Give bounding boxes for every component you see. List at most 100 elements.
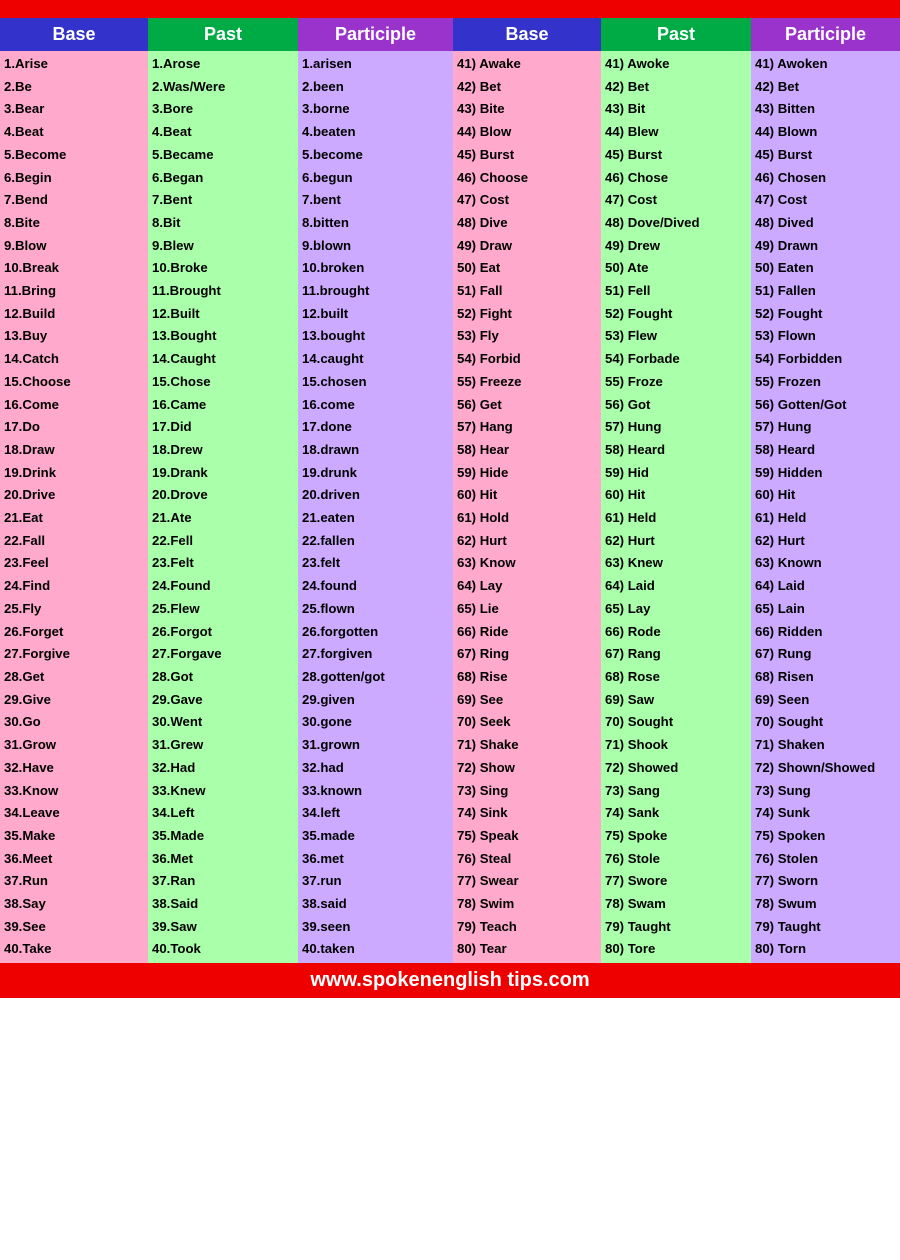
list-item: 56) Got (605, 394, 747, 417)
list-item: 60) Hit (457, 484, 597, 507)
list-item: 12.Built (152, 303, 294, 326)
list-item: 33.Know (4, 780, 144, 803)
list-item: 38.Said (152, 893, 294, 916)
list-item: 19.drunk (302, 462, 449, 485)
list-item: 16.Come (4, 394, 144, 417)
list-item: 5.Become (4, 144, 144, 167)
list-item: 48) Dove/Dived (605, 212, 747, 235)
list-item: 39.See (4, 916, 144, 939)
list-item: 43) Bite (457, 98, 597, 121)
list-item: 62) Hurt (605, 530, 747, 553)
list-item: 26.Forget (4, 621, 144, 644)
list-item: 62) Hurt (755, 530, 896, 553)
list-item: 68) Rose (605, 666, 747, 689)
list-item: 48) Dive (457, 212, 597, 235)
list-item: 23.Felt (152, 552, 294, 575)
list-item: 52) Fought (755, 303, 896, 326)
list-item: 72) Show (457, 757, 597, 780)
list-item: 50) Ate (605, 257, 747, 280)
list-item: 32.Had (152, 757, 294, 780)
list-item: 58) Heard (755, 439, 896, 462)
list-item: 64) Lay (457, 575, 597, 598)
list-item: 60) Hit (755, 484, 896, 507)
list-item: 71) Shook (605, 734, 747, 757)
list-item: 79) Teach (457, 916, 597, 939)
list-item: 2.Was/Were (152, 76, 294, 99)
list-item: 38.said (302, 893, 449, 916)
list-item: 37.run (302, 870, 449, 893)
list-item: 13.bought (302, 325, 449, 348)
list-item: 48) Dived (755, 212, 896, 235)
list-item: 14.caught (302, 348, 449, 371)
verb-table: 1.Arise2.Be3.Bear4.Beat5.Become6.Begin7.… (0, 51, 900, 963)
list-item: 18.Draw (4, 439, 144, 462)
list-item: 13.Bought (152, 325, 294, 348)
list-item: 18.Drew (152, 439, 294, 462)
list-item: 15.Choose (4, 371, 144, 394)
list-item: 40.Take (4, 938, 144, 961)
list-item: 6.Began (152, 167, 294, 190)
list-item: 31.Grew (152, 734, 294, 757)
list-item: 27.Forgave (152, 643, 294, 666)
list-item: 73) Sang (605, 780, 747, 803)
list-item: 51) Fall (457, 280, 597, 303)
list-item: 24.Find (4, 575, 144, 598)
list-item: 9.Blew (152, 235, 294, 258)
list-item: 75) Spoken (755, 825, 896, 848)
list-item: 11.brought (302, 280, 449, 303)
list-item: 65) Lie (457, 598, 597, 621)
list-item: 11.Bring (4, 280, 144, 303)
list-item: 1.arisen (302, 53, 449, 76)
list-item: 21.eaten (302, 507, 449, 530)
list-item: 47) Cost (605, 189, 747, 212)
list-item: 69) Saw (605, 689, 747, 712)
list-item: 17.Do (4, 416, 144, 439)
column-base-left: 1.Arise2.Be3.Bear4.Beat5.Become6.Begin7.… (0, 51, 148, 963)
list-item: 42) Bet (755, 76, 896, 99)
list-item: 44) Blow (457, 121, 597, 144)
col-header-part2: Participle (751, 18, 900, 51)
list-item: 4.beaten (302, 121, 449, 144)
list-item: 70) Seek (457, 711, 597, 734)
list-item: 3.borne (302, 98, 449, 121)
list-item: 55) Freeze (457, 371, 597, 394)
list-item: 28.gotten/got (302, 666, 449, 689)
list-item: 63) Known (755, 552, 896, 575)
list-item: 66) Ride (457, 621, 597, 644)
list-item: 17.done (302, 416, 449, 439)
list-item: 80) Tore (605, 938, 747, 961)
list-item: 77) Swore (605, 870, 747, 893)
list-item: 35.Made (152, 825, 294, 848)
footer-url: www.spokenenglish tips.com (310, 969, 589, 991)
list-item: 21.Ate (152, 507, 294, 530)
list-item: 34.left (302, 802, 449, 825)
list-item: 15.chosen (302, 371, 449, 394)
list-item: 19.Drank (152, 462, 294, 485)
list-item: 71) Shake (457, 734, 597, 757)
list-item: 59) Hid (605, 462, 747, 485)
list-item: 50) Eaten (755, 257, 896, 280)
list-item: 19.Drink (4, 462, 144, 485)
column-past-right: 41) Awoke42) Bet43) Bit44) Blew45) Burst… (601, 51, 751, 963)
list-item: 78) Swum (755, 893, 896, 916)
list-item: 76) Stole (605, 848, 747, 871)
list-item: 66) Ridden (755, 621, 896, 644)
list-item: 17.Did (152, 416, 294, 439)
list-item: 42) Bet (457, 76, 597, 99)
list-item: 45) Burst (605, 144, 747, 167)
list-item: 80) Torn (755, 938, 896, 961)
list-item: 53) Flown (755, 325, 896, 348)
list-item: 33.known (302, 780, 449, 803)
list-item: 76) Stolen (755, 848, 896, 871)
list-item: 32.had (302, 757, 449, 780)
list-item: 49) Drawn (755, 235, 896, 258)
list-item: 8.Bite (4, 212, 144, 235)
list-item: 13.Buy (4, 325, 144, 348)
list-item: 56) Get (457, 394, 597, 417)
list-item: 25.Flew (152, 598, 294, 621)
list-item: 42) Bet (605, 76, 747, 99)
list-item: 7.Bend (4, 189, 144, 212)
list-item: 35.Make (4, 825, 144, 848)
list-item: 14.Caught (152, 348, 294, 371)
list-item: 4.Beat (4, 121, 144, 144)
